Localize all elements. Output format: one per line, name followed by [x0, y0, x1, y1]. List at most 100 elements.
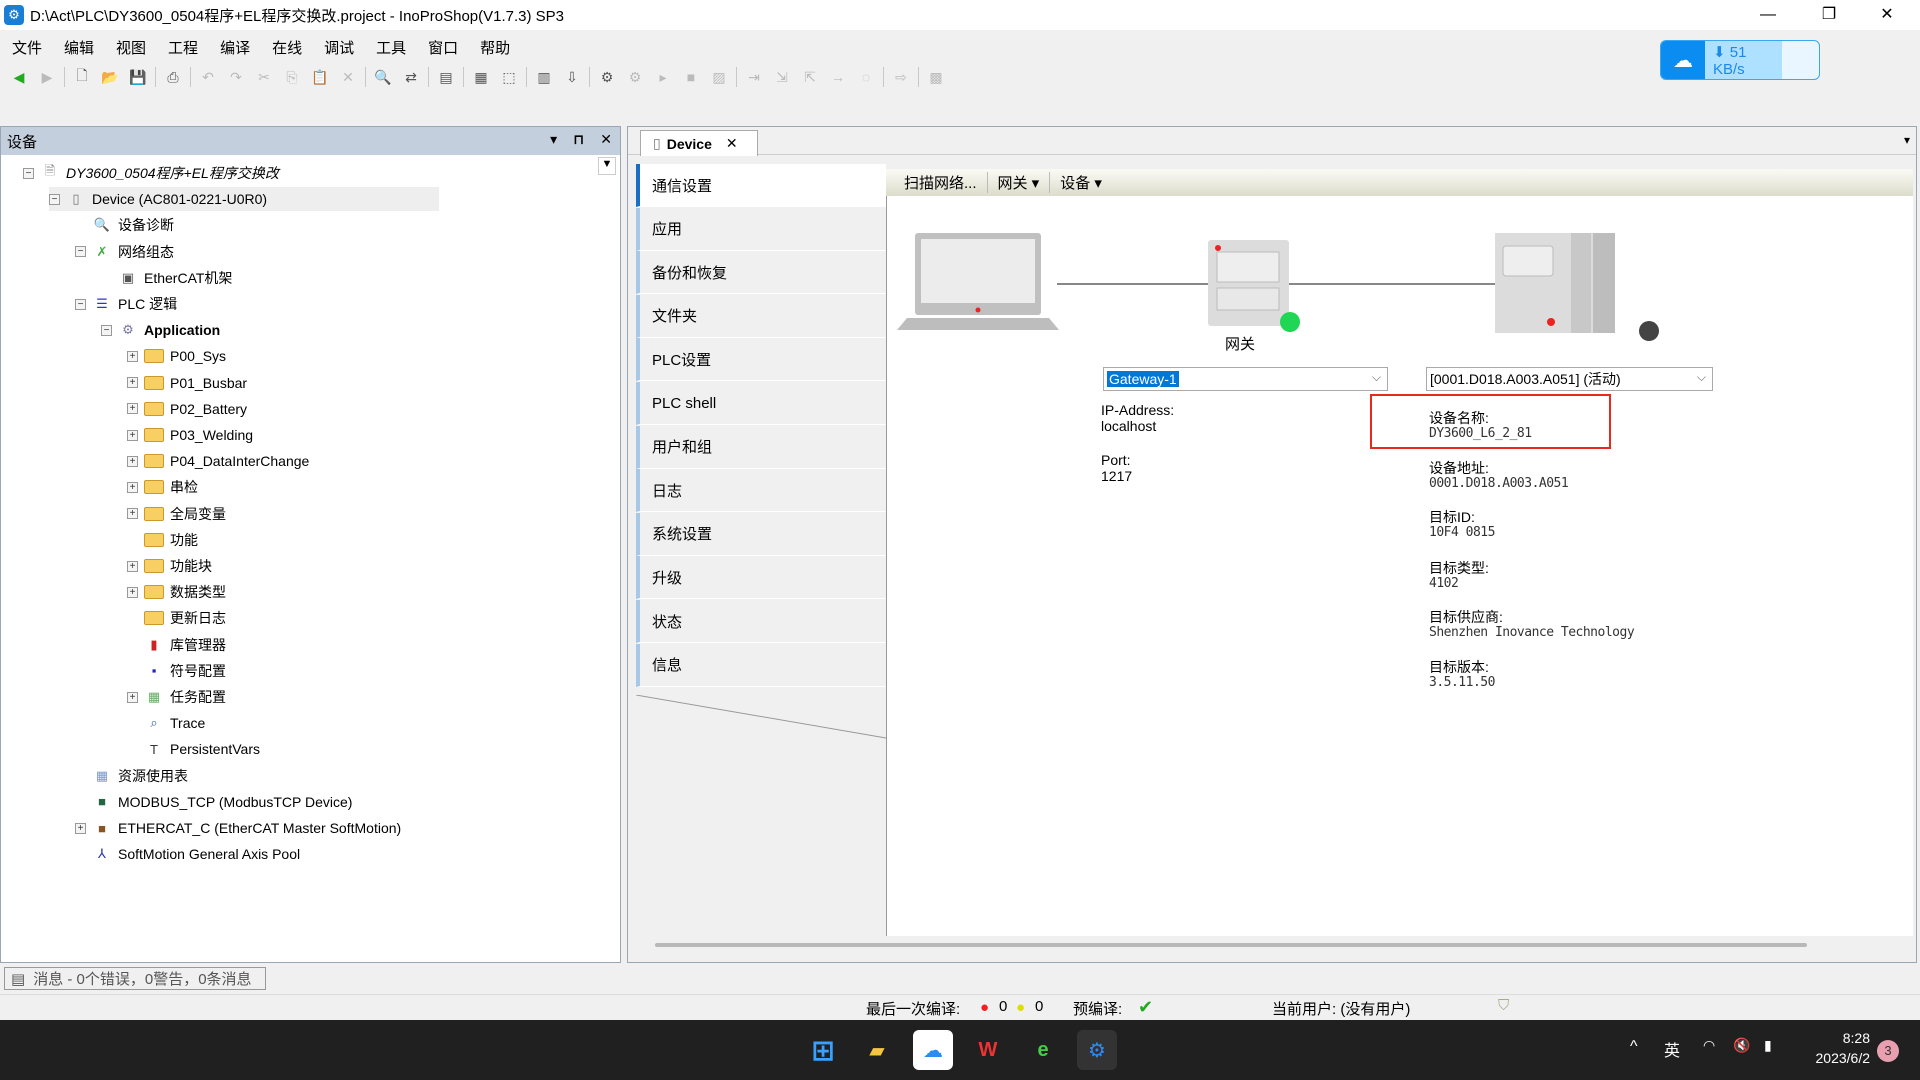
tab-device[interactable]: ▯ Device ✕	[640, 130, 758, 156]
tree-item[interactable]: + P04_DataInterChange	[127, 449, 309, 473]
notification-badge[interactable]: 3	[1877, 1040, 1899, 1062]
find-icon[interactable]: 🔍	[372, 66, 394, 88]
build-icon[interactable]: ▥	[533, 66, 555, 88]
menu-6[interactable]: 调试	[324, 37, 354, 58]
nav-item[interactable]: 文件夹	[636, 294, 886, 338]
tree-item[interactable]: + 全局变量	[127, 502, 226, 526]
print-icon[interactable]: ⎙	[162, 66, 184, 88]
browser-icon[interactable]: e	[1023, 1030, 1063, 1070]
export-icon[interactable]: ⬚	[498, 66, 520, 88]
menu-3[interactable]: 工程	[168, 37, 198, 58]
tree-item[interactable]: + P03_Welding	[127, 423, 253, 447]
expand-icon[interactable]: +	[127, 350, 138, 362]
collapse-icon[interactable]: −	[75, 298, 86, 310]
tree-item[interactable]: + ■ ETHERCAT_C (EtherCAT Master SoftMotion…	[75, 816, 401, 840]
nav-item[interactable]: 备份和恢复	[636, 251, 886, 295]
tree-item[interactable]: − ✗ 网络组态	[75, 240, 174, 264]
collapse-icon[interactable]: −	[101, 324, 112, 336]
reset-icon[interactable]: ▨	[708, 66, 730, 88]
menu-1[interactable]: 编辑	[64, 37, 94, 58]
breakpoint-icon[interactable]: ◌	[855, 66, 877, 88]
shield-icon[interactable]: ⛉	[1498, 997, 1509, 1014]
menu-7[interactable]: 工具	[376, 37, 406, 58]
menu-2[interactable]: 视图	[116, 37, 146, 58]
mute-icon[interactable]: 🔇	[1733, 1037, 1750, 1054]
tray-chevron-icon[interactable]: ^	[1630, 1038, 1638, 1056]
tree-item[interactable]: + ▦ 任务配置	[127, 685, 226, 709]
panel-close-icon[interactable]: ✕	[600, 131, 612, 148]
tree-item[interactable]: − ⚙ Application	[101, 318, 220, 342]
expand-icon[interactable]: +	[127, 586, 138, 598]
tree-item[interactable]: + 串检	[127, 475, 198, 499]
expand-icon[interactable]: +	[127, 560, 138, 572]
step-out-icon[interactable]: ⇱	[799, 66, 821, 88]
tree-item[interactable]: 功能	[127, 528, 198, 552]
tree-dropdown-icon[interactable]: ▼	[598, 157, 616, 175]
collapse-icon[interactable]: −	[23, 167, 34, 179]
tree-item[interactable]: 🔍 设备诊断	[75, 213, 174, 237]
baidu-netdisk-icon[interactable]: ☁	[913, 1030, 953, 1070]
tree-item[interactable]: + P02_Battery	[127, 397, 247, 421]
nav-item[interactable]: 系统设置	[636, 512, 886, 556]
clock-time[interactable]: 8:28	[1810, 1030, 1870, 1046]
tree-item[interactable]: + 功能块	[127, 554, 212, 578]
tree-item[interactable]: 更新日志	[127, 606, 226, 630]
tree-item[interactable]: ▣ EtherCAT机架	[101, 266, 233, 290]
expand-icon[interactable]: +	[127, 508, 138, 520]
gateway-select[interactable]: Gateway-1 ⌵	[1103, 367, 1388, 391]
restore-button[interactable]: ❐	[1806, 0, 1852, 30]
nav-item[interactable]: PLC设置	[636, 338, 886, 382]
gateway-menu-button[interactable]: 网关 ▾	[988, 172, 1051, 193]
nav-item[interactable]: 状态	[636, 600, 886, 643]
logout-icon[interactable]: ⚙	[624, 66, 646, 88]
expand-icon[interactable]: +	[127, 429, 138, 441]
new-file-icon[interactable]: 🗋	[71, 66, 93, 88]
wps-icon[interactable]: W	[968, 1030, 1008, 1070]
replace-icon[interactable]: ⇄	[400, 66, 422, 88]
copy-icon[interactable]: ⎘	[281, 66, 303, 88]
tree-item[interactable]: + 数据类型	[127, 580, 226, 604]
save-icon[interactable]: 💾	[127, 66, 149, 88]
step-icon[interactable]: ⇥	[743, 66, 765, 88]
pin-icon[interactable]: ⊓	[573, 131, 584, 148]
collapse-icon[interactable]: −	[49, 193, 60, 205]
wifi-icon[interactable]: ◠	[1703, 1037, 1715, 1054]
forward-icon[interactable]: ▶	[36, 66, 58, 88]
expand-icon[interactable]: +	[75, 822, 86, 834]
tree-item[interactable]: ⌕ Trace	[127, 711, 205, 735]
nav-item[interactable]: 升级	[636, 556, 886, 600]
start-icon[interactable]: ⊞	[803, 1030, 843, 1070]
flow-icon[interactable]: ⇨	[890, 66, 912, 88]
tree-item[interactable]: + P01_Busbar	[127, 371, 247, 395]
nav-item[interactable]: 通信设置	[636, 164, 886, 207]
undo-icon[interactable]: ↶	[197, 66, 219, 88]
tree-item[interactable]: ▪ 符号配置	[127, 659, 226, 683]
nav-item[interactable]: PLC shell	[636, 382, 886, 425]
clock-date[interactable]: 2023/6/2	[1780, 1050, 1871, 1066]
nav-item[interactable]: 应用	[636, 207, 886, 251]
menu-8[interactable]: 窗口	[428, 37, 458, 58]
tree-item[interactable]: ▮ 库管理器	[127, 633, 226, 657]
stop-icon[interactable]: ■	[680, 66, 702, 88]
nav-item[interactable]: 信息	[636, 643, 886, 687]
tree-item[interactable]: ▦ 资源使用表	[75, 764, 188, 788]
device-menu-button[interactable]: 设备 ▾	[1050, 172, 1112, 193]
clipboard-icon[interactable]: ▤	[435, 66, 457, 88]
step-into-icon[interactable]: ⇲	[771, 66, 793, 88]
scan-network-button[interactable]: 扫描网络...	[894, 172, 988, 193]
device-select[interactable]: [0001.D018.A003.A051] (活动) ⌵	[1426, 367, 1713, 391]
new-object-icon[interactable]: ▦	[470, 66, 492, 88]
nav-item[interactable]: 日志	[636, 469, 886, 513]
tree-item[interactable]: T PersistentVars	[127, 737, 260, 761]
expand-icon[interactable]: +	[127, 455, 138, 467]
paste-icon[interactable]: 📋	[309, 66, 331, 88]
download-icon[interactable]: ⇩	[561, 66, 583, 88]
run-icon[interactable]: ▸	[652, 66, 674, 88]
login-icon[interactable]: ⚙	[596, 66, 618, 88]
file-explorer-icon[interactable]: ▰	[857, 1030, 897, 1070]
step-over-icon[interactable]: →	[827, 66, 849, 88]
ime-indicator[interactable]: 英	[1664, 1037, 1680, 1061]
back-icon[interactable]: ◀	[8, 66, 30, 88]
open-folder-icon[interactable]: 📂	[99, 66, 121, 88]
tab-close-icon[interactable]: ✕	[726, 135, 738, 152]
